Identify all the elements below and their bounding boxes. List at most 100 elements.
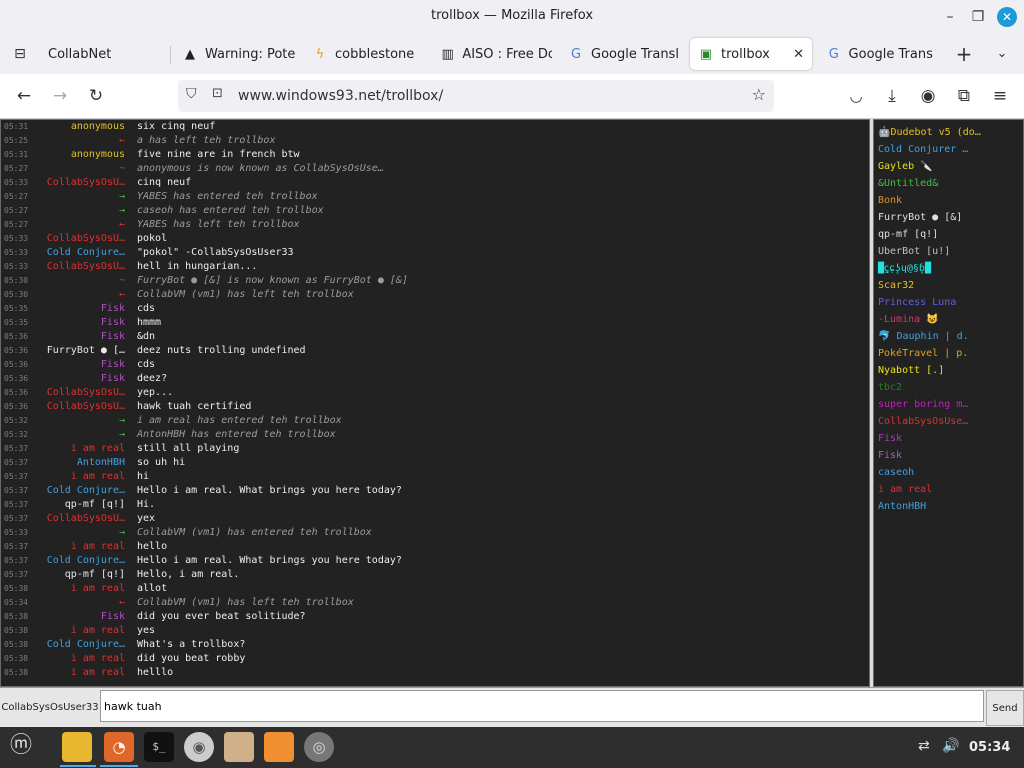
extensions-icon[interactable]: ⧉: [952, 84, 976, 108]
message-nick[interactable]: i am real: [71, 625, 125, 636]
user-list[interactable]: 🤖Dudebot v5 (do… Cold Conjurer … Gayleb 🔪 &…: [873, 119, 1024, 687]
user-list-item[interactable]: Fisk: [874, 447, 1023, 464]
message-nick[interactable]: Fisk: [101, 373, 125, 384]
message-nick[interactable]: Fisk: [101, 359, 125, 370]
maximize-icon[interactable]: ❐: [968, 7, 988, 27]
message-nick[interactable]: ←: [119, 289, 125, 300]
user-list-item[interactable]: PokéTravel | p.: [874, 345, 1023, 362]
tab-google-translate[interactable]: G Google Transl: [568, 38, 680, 70]
tab-cobblestone[interactable]: ϟ cobblestone: [312, 38, 424, 70]
message-nick[interactable]: ←: [119, 597, 125, 608]
message-nick[interactable]: CollabSysOsU…: [47, 233, 125, 244]
message-nick[interactable]: →: [119, 429, 125, 440]
folder-icon[interactable]: [62, 732, 92, 762]
message-nick[interactable]: anonymous: [71, 149, 125, 160]
clock[interactable]: 05:34: [969, 740, 1010, 755]
tab-trollbox[interactable]: ▣ trollbox ✕: [690, 38, 812, 70]
message-nick[interactable]: qp-mf [q!]: [65, 499, 125, 510]
user-list-item[interactable]: tbc2: [874, 379, 1023, 396]
tracking-shield-icon[interactable]: ⛉: [186, 86, 197, 102]
message-nick[interactable]: qp-mf [q!]: [65, 569, 125, 580]
bookmark-star-icon[interactable]: ☆: [752, 85, 766, 104]
message-nick[interactable]: →: [119, 527, 125, 538]
message-nick[interactable]: →: [119, 191, 125, 202]
message-nick[interactable]: ←: [119, 135, 125, 146]
message-nick[interactable]: →: [119, 205, 125, 216]
message-nick[interactable]: CollabSysOsU…: [47, 177, 125, 188]
menu-logo-icon[interactable]: ⓜ: [6, 732, 36, 762]
close-icon[interactable]: ✕: [997, 7, 1017, 27]
message-nick[interactable]: i am real: [71, 583, 125, 594]
user-list-item[interactable]: i am real: [874, 481, 1023, 498]
message-nick[interactable]: CollabSysOsU…: [47, 387, 125, 398]
user-list-item[interactable]: caseoh: [874, 464, 1023, 481]
user-list-item[interactable]: █ꞔ̯ɕ̣ʖ̥ɥ@§ɓ̥█: [874, 260, 1023, 277]
message-nick[interactable]: AntonHBH: [77, 457, 125, 468]
new-tab-icon[interactable]: +: [952, 42, 976, 66]
message-nick[interactable]: Fisk: [101, 317, 125, 328]
user-list-item[interactable]: Bonk: [874, 192, 1023, 209]
account-icon[interactable]: ◉: [916, 84, 940, 108]
message-nick[interactable]: FurryBot ● […: [47, 345, 125, 356]
message-nick[interactable]: i am real: [71, 443, 125, 454]
current-nick[interactable]: CollabSysOsUser33: [0, 690, 100, 726]
settings-icon[interactable]: ◎: [304, 732, 334, 762]
network-icon[interactable]: ⇄: [918, 738, 930, 754]
message-nick[interactable]: ~: [119, 163, 125, 174]
tab-google-translate-2[interactable]: G Google Transl: [826, 38, 934, 70]
pocket-icon[interactable]: ◡: [844, 84, 868, 108]
message-nick[interactable]: Fisk: [101, 303, 125, 314]
user-list-item[interactable]: qp-mf [q!]: [874, 226, 1023, 243]
volume-icon[interactable]: 🔊: [942, 738, 959, 754]
message-nick[interactable]: anonymous: [71, 121, 125, 132]
user-list-item[interactable]: AntonHBH: [874, 498, 1023, 515]
url-bar[interactable]: ⛉ ⊡ www.windows93.net/trollbox/ ☆: [178, 80, 774, 112]
user-list-item[interactable]: Princess Luna: [874, 294, 1023, 311]
user-list-item[interactable]: Nyabott [.]: [874, 362, 1023, 379]
tab-aiso[interactable]: ▥ AISO : Free Do: [440, 38, 552, 70]
tab-list-icon[interactable]: ⊟: [8, 42, 32, 66]
message-nick[interactable]: CollabSysOsU…: [47, 401, 125, 412]
user-list-item[interactable]: Cold Conjurer …: [874, 141, 1023, 158]
message-nick[interactable]: Fisk: [101, 331, 125, 342]
message-nick[interactable]: CollabSysOsU…: [47, 513, 125, 524]
message-nick[interactable]: CollabSysOsU…: [47, 261, 125, 272]
tab-collabnet[interactable]: CollabNet: [48, 38, 168, 70]
reload-icon[interactable]: ↻: [84, 84, 108, 108]
message-nick[interactable]: Cold Conjure…: [47, 555, 125, 566]
disc-icon[interactable]: ◉: [184, 732, 214, 762]
terminal-icon[interactable]: $_: [144, 732, 174, 762]
message-nick[interactable]: ~: [119, 275, 125, 286]
message-nick[interactable]: Cold Conjure…: [47, 639, 125, 650]
lock-icon[interactable]: ⊡: [212, 86, 223, 101]
message-nick[interactable]: i am real: [71, 653, 125, 664]
user-list-item[interactable]: 🤖Dudebot v5 (do…: [874, 124, 1023, 141]
message-nick[interactable]: →: [119, 415, 125, 426]
user-list-item[interactable]: Gayleb 🔪: [874, 158, 1023, 175]
tab-warning[interactable]: ▲ Warning: Pote: [182, 38, 302, 70]
back-arrow-icon[interactable]: ←: [12, 84, 36, 108]
user-list-item[interactable]: &Untitled&: [874, 175, 1023, 192]
package-icon[interactable]: [224, 732, 254, 762]
message-nick[interactable]: i am real: [71, 471, 125, 482]
user-list-item[interactable]: -Lumina 😺: [874, 311, 1023, 328]
message-nick[interactable]: i am real: [71, 541, 125, 552]
chevron-down-icon[interactable]: ⌄: [990, 42, 1014, 66]
close-tab-icon[interactable]: ✕: [793, 47, 804, 62]
send-button[interactable]: Send: [986, 690, 1024, 726]
menu-icon[interactable]: ≡: [988, 84, 1012, 108]
message-nick[interactable]: Cold Conjure…: [47, 247, 125, 258]
download-icon[interactable]: ⤓: [880, 84, 904, 108]
message-nick[interactable]: Cold Conjure…: [47, 485, 125, 496]
user-list-item[interactable]: UberBot [u!]: [874, 243, 1023, 260]
user-list-item[interactable]: CollabSysOsUse…: [874, 413, 1023, 430]
user-list-item[interactable]: 🐬 Dauphin | d.: [874, 328, 1023, 345]
forward-arrow-icon[interactable]: →: [48, 84, 72, 108]
user-list-item[interactable]: FurryBot ● [&]: [874, 209, 1023, 226]
user-list-item[interactable]: super boring m…: [874, 396, 1023, 413]
firefox-icon[interactable]: ◔: [104, 732, 134, 762]
minimize-icon[interactable]: –: [940, 7, 960, 27]
message-nick[interactable]: ←: [119, 219, 125, 230]
url-text[interactable]: www.windows93.net/trollbox/: [238, 88, 443, 104]
message-nick[interactable]: Fisk: [101, 611, 125, 622]
